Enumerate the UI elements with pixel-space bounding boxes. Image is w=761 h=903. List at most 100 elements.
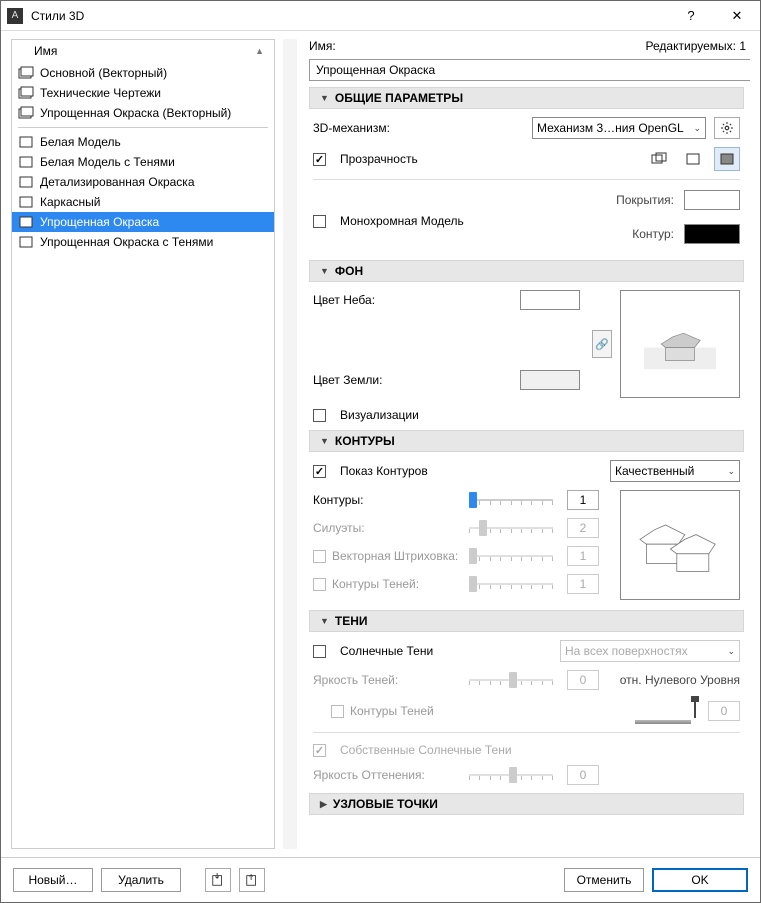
expand-icon: ▶ — [320, 799, 327, 810]
style-name-input[interactable] — [309, 59, 750, 81]
ground-color[interactable] — [520, 370, 580, 390]
background-preview — [620, 290, 740, 398]
list-item[interactable]: Технические Чертежи — [12, 83, 274, 103]
cover-color[interactable] — [684, 190, 740, 210]
chevron-down-icon: ⌄ — [693, 123, 701, 134]
list-item[interactable]: Каркасный — [12, 192, 274, 212]
new-button[interactable]: Новый… — [13, 868, 93, 892]
main-area: Имя ▲ Основной (Векторный) Технические Ч… — [1, 31, 760, 857]
monochrome-label: Монохромная Модель — [340, 214, 464, 228]
shadow-contours-value: 1 — [567, 574, 599, 594]
app-icon: A — [7, 8, 23, 24]
list-item[interactable]: Белая Модель с Тенями — [12, 152, 274, 172]
list-item[interactable]: Детализированная Окраска — [12, 172, 274, 192]
list-item[interactable]: Упрощенная Окраска — [12, 212, 274, 232]
vector-hatch-label: Векторная Штриховка: — [332, 549, 458, 563]
list-item-label: Каркасный — [40, 195, 100, 209]
style-icon — [18, 215, 34, 229]
sun-shadows-label: Солнечные Тени — [340, 644, 433, 658]
list-item-label: Упрощенная Окраска (Векторный) — [40, 106, 231, 120]
list-item-label: Упрощенная Окраска с Тенями — [40, 235, 213, 249]
panel-splitter[interactable] — [283, 39, 297, 849]
titlebar: A Стили 3D ? ✕ — [1, 1, 760, 31]
mech-select[interactable]: Механизм 3…ния OpenGL ⌄ — [532, 117, 706, 139]
shadow-ct-checkbox — [331, 705, 344, 718]
contour-quality-select[interactable]: Качественный ⌄ — [610, 460, 740, 482]
contour-color[interactable] — [684, 224, 740, 244]
contours-slider[interactable] — [469, 491, 559, 509]
silhouettes-slider-label: Силуэты: — [313, 521, 365, 535]
mech-value: Механизм 3…ния OpenGL — [537, 121, 684, 135]
style-icon — [18, 175, 34, 189]
section-background: ▼ ФОН Цвет Неба: Цвет Земли: — [309, 260, 744, 422]
section-general: ▼ ОБЩИЕ ПАРАМЕТРЫ 3D-механизм: Механизм … — [309, 87, 744, 252]
list-item[interactable]: Основной (Векторный) — [12, 63, 274, 83]
collapse-icon: ▼ — [320, 266, 329, 276]
sun-shadows-checkbox[interactable] — [313, 645, 326, 658]
silhouettes-value: 2 — [567, 518, 599, 538]
vector-hatch-value: 1 — [567, 546, 599, 566]
section-title: УЗЛОВЫЕ ТОЧКИ — [333, 797, 438, 811]
visualization-checkbox[interactable] — [313, 409, 326, 422]
shadow-contours-slider — [469, 575, 559, 593]
name-column-header: Имя — [34, 44, 57, 58]
style-icon — [18, 86, 34, 100]
section-header-contours[interactable]: ▼ КОНТУРЫ — [309, 430, 744, 452]
contour-label: Контур: — [574, 227, 674, 241]
list-item-label: Упрощенная Окраска — [40, 215, 159, 229]
quality-value: Качественный — [615, 464, 694, 478]
cancel-button[interactable]: Отменить — [564, 868, 644, 892]
style-icon — [18, 106, 34, 120]
render-mode-1[interactable] — [646, 147, 672, 171]
sky-color[interactable] — [520, 290, 580, 310]
close-button[interactable]: ✕ — [714, 1, 760, 31]
import-button[interactable] — [205, 868, 231, 892]
tint-brightness-slider — [469, 766, 559, 784]
section-header-shadows[interactable]: ▼ ТЕНИ — [309, 610, 744, 632]
sky-label: Цвет Неба: — [313, 293, 375, 307]
surfaces-select: На всех поверхностях ⌄ — [560, 640, 740, 662]
show-contours-checkbox[interactable] — [313, 465, 326, 478]
properties-scroll[interactable]: ▼ ОБЩИЕ ПАРАМЕТРЫ 3D-механизм: Механизм … — [305, 87, 750, 849]
sort-asc-icon: ▲ — [255, 46, 264, 56]
window-title: Стили 3D — [31, 9, 668, 23]
section-header-background[interactable]: ▼ ФОН — [309, 260, 744, 282]
list-header[interactable]: Имя ▲ — [12, 40, 274, 63]
contours-value[interactable]: 1 — [567, 490, 599, 510]
render-mode-3[interactable] — [714, 147, 740, 171]
section-title: КОНТУРЫ — [335, 434, 395, 448]
monochrome-checkbox[interactable] — [313, 215, 326, 228]
styles-list-panel: Имя ▲ Основной (Векторный) Технические Ч… — [11, 39, 275, 849]
transparency-checkbox[interactable] — [313, 153, 326, 166]
show-contours-label: Показ Контуров — [340, 464, 428, 478]
list-item[interactable]: Белая Модель — [12, 132, 274, 152]
name-label: Имя: — [309, 39, 336, 53]
section-header-general[interactable]: ▼ ОБЩИЕ ПАРАМЕТРЫ — [309, 87, 744, 109]
tint-brightness-label: Яркость Оттенения: — [313, 768, 425, 782]
link-colors-button[interactable]: 🔗 — [592, 330, 612, 358]
shadow-brightness-slider — [469, 671, 559, 689]
delete-button[interactable]: Удалить — [101, 868, 181, 892]
shadow-contours-checkbox — [313, 578, 326, 591]
ok-button[interactable]: OK — [652, 868, 748, 892]
section-header-nodes[interactable]: ▶ УЗЛОВЫЕ ТОЧКИ — [309, 793, 744, 815]
section-title: ОБЩИЕ ПАРАМЕТРЫ — [335, 91, 463, 105]
shadow-preview — [626, 698, 700, 724]
styles-list[interactable]: Основной (Векторный) Технические Чертежи… — [12, 63, 274, 848]
export-button[interactable] — [239, 868, 265, 892]
surfaces-value: На всех поверхностях — [565, 644, 688, 658]
vector-hatch-slider — [469, 547, 559, 565]
vector-hatch-checkbox — [313, 550, 326, 563]
shadow-brightness-value: 0 — [567, 670, 599, 690]
mech-settings-button[interactable] — [714, 117, 740, 139]
list-item[interactable]: Упрощенная Окраска (Векторный) — [12, 103, 274, 123]
render-mode-2[interactable] — [680, 147, 706, 171]
list-item[interactable]: Упрощенная Окраска с Тенями — [12, 232, 274, 252]
help-button[interactable]: ? — [668, 1, 714, 31]
shadow-ct-label: Контуры Теней — [350, 704, 434, 718]
list-item-label: Белая Модель с Тенями — [40, 155, 175, 169]
style-icon — [18, 235, 34, 249]
transparency-label: Прозрачность — [340, 152, 418, 166]
editable-count: Редактируемых: 1 — [646, 39, 746, 53]
shadow-ct-value: 0 — [708, 701, 740, 721]
